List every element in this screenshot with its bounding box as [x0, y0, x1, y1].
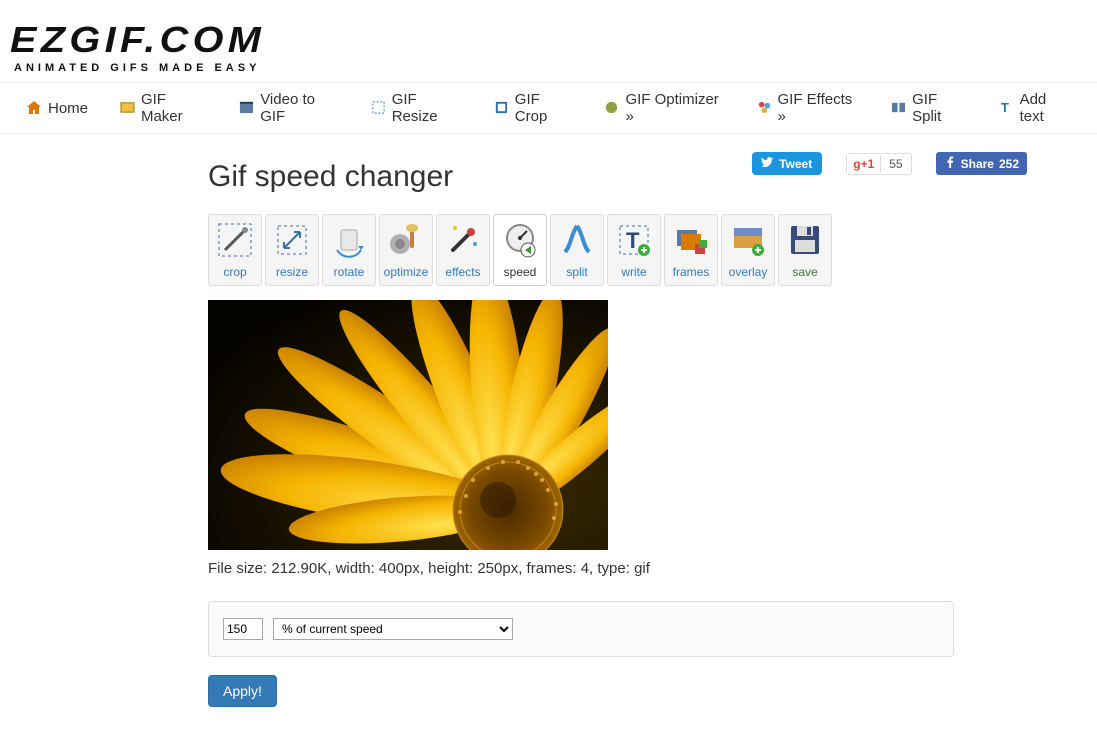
- rotate-tool-icon: [328, 219, 370, 261]
- main-nav: Home GIF Maker Video to GIF GIF Resize: [0, 82, 1097, 134]
- nav-gif-maker[interactable]: GIF Maker: [104, 83, 223, 133]
- logo-main: EZGIF.COM: [10, 22, 285, 58]
- tool-label: optimize: [382, 265, 430, 279]
- tool-optimize[interactable]: optimize: [379, 214, 433, 286]
- nav-label: GIF Split: [912, 91, 967, 125]
- main-content: Tweet g+1 55 Share 252 Gif speed changer: [0, 134, 1097, 747]
- write-tool-icon: T: [613, 219, 655, 261]
- nav-add-text[interactable]: T Add text: [983, 83, 1087, 133]
- gplus-count: 55: [881, 153, 911, 175]
- nav-gif-split[interactable]: GIF Split: [875, 83, 982, 133]
- nav-label: GIF Effects »: [778, 91, 860, 125]
- nav-video-to-gif[interactable]: Video to GIF: [223, 83, 355, 133]
- tool-save[interactable]: save: [778, 214, 832, 286]
- gplus-button[interactable]: g+1 55: [846, 153, 911, 175]
- fb-share-count: 252: [999, 157, 1019, 171]
- nav-label: GIF Crop: [515, 91, 573, 125]
- tool-speed[interactable]: speed: [493, 214, 547, 286]
- tool-label: frames: [667, 265, 715, 279]
- split-icon: [891, 100, 906, 116]
- speed-input[interactable]: [223, 618, 263, 640]
- tool-label: overlay: [724, 265, 772, 279]
- facebook-icon: [944, 156, 956, 171]
- tool-rotate[interactable]: rotate: [322, 214, 376, 286]
- overlay-tool-icon: [727, 219, 769, 261]
- social-row: Tweet g+1 55 Share 252: [752, 152, 1027, 175]
- effects-tool-icon: [442, 219, 484, 261]
- home-icon: [26, 100, 42, 116]
- tool-crop[interactable]: crop: [208, 214, 262, 286]
- split-tool-icon: [556, 219, 598, 261]
- video-icon: [239, 100, 254, 116]
- nav-label: GIF Maker: [141, 91, 207, 125]
- tweet-label: Tweet: [779, 157, 812, 171]
- logo-link[interactable]: EZGIF.COM ANIMATED GIFS MADE EASY: [10, 22, 260, 74]
- tool-label: write: [610, 265, 658, 279]
- speed-form: % of current speed: [208, 601, 954, 657]
- save-tool-icon: [784, 219, 826, 261]
- nav-gif-crop[interactable]: GIF Crop: [478, 83, 589, 133]
- resize-tool-icon: [271, 219, 313, 261]
- nav-label: Add text: [1020, 91, 1071, 125]
- tool-label: resize: [268, 265, 316, 279]
- crop-tool-icon: [214, 219, 256, 261]
- apply-button[interactable]: Apply!: [208, 675, 277, 707]
- nav-home[interactable]: Home: [10, 83, 104, 133]
- nav-label: GIF Resize: [392, 91, 462, 125]
- tool-label: crop: [211, 265, 259, 279]
- tool-label: effects: [439, 265, 487, 279]
- tool-frames[interactable]: frames: [664, 214, 718, 286]
- svg-text:T: T: [1001, 100, 1009, 115]
- speed-unit-select[interactable]: % of current speed: [273, 618, 513, 640]
- text-icon: T: [999, 100, 1014, 116]
- fb-share-label: Share: [961, 157, 994, 171]
- frames-icon: [120, 100, 135, 116]
- svg-text:T: T: [626, 228, 640, 253]
- tool-resize[interactable]: resize: [265, 214, 319, 286]
- resize-icon: [371, 100, 386, 116]
- logo-sub: ANIMATED GIFS MADE EASY: [14, 62, 260, 74]
- preview-image: [208, 300, 608, 550]
- tool-write[interactable]: T write: [607, 214, 661, 286]
- tweet-button[interactable]: Tweet: [752, 152, 822, 175]
- crop-icon: [494, 100, 509, 116]
- tool-toolbar: crop resize rotate optimiz: [208, 214, 1097, 286]
- tool-split[interactable]: split: [550, 214, 604, 286]
- gplus-plus-icon: g+1: [846, 153, 881, 175]
- optimize-icon: [604, 100, 619, 116]
- nav-gif-resize[interactable]: GIF Resize: [355, 83, 478, 133]
- nav-gif-effects[interactable]: GIF Effects »: [741, 83, 876, 133]
- tool-label: rotate: [325, 265, 373, 279]
- tool-overlay[interactable]: overlay: [721, 214, 775, 286]
- fb-share-button[interactable]: Share 252: [936, 152, 1027, 175]
- effects-icon: [757, 100, 772, 116]
- tool-label: speed: [496, 265, 544, 279]
- nav-label: GIF Optimizer »: [625, 91, 724, 125]
- nav-gif-optimizer[interactable]: GIF Optimizer »: [588, 83, 740, 133]
- twitter-icon: [760, 156, 774, 171]
- nav-label: Video to GIF: [260, 91, 339, 125]
- site-header: EZGIF.COM ANIMATED GIFS MADE EASY: [0, 0, 1097, 82]
- nav-label: Home: [48, 100, 88, 117]
- tool-label: split: [553, 265, 601, 279]
- tool-label: save: [781, 265, 829, 279]
- file-info: File size: 212.90K, width: 400px, height…: [208, 560, 1097, 577]
- optimize-tool-icon: [385, 219, 427, 261]
- frames-tool-icon: [670, 219, 712, 261]
- tool-effects[interactable]: effects: [436, 214, 490, 286]
- speed-tool-icon: [499, 219, 541, 261]
